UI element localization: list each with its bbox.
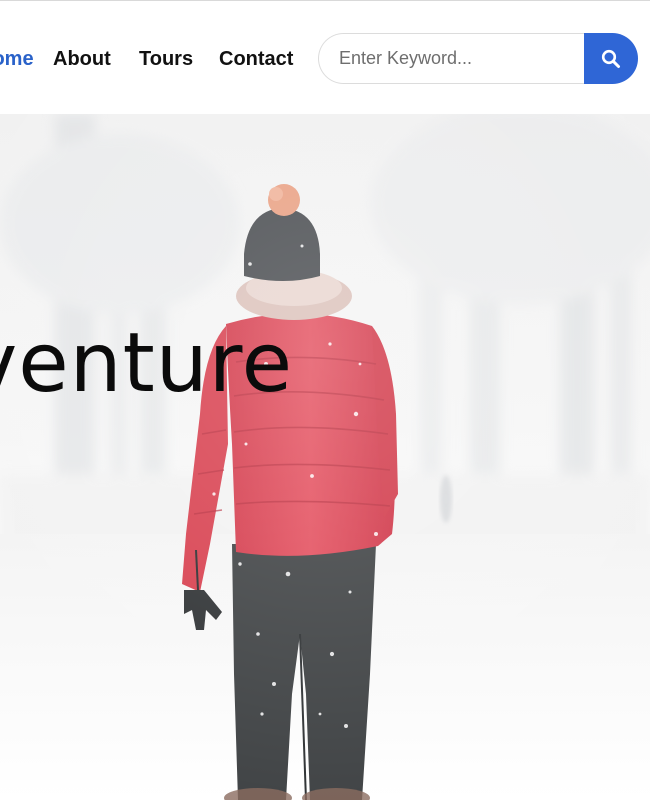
site-header: Home About Tours Contact [0, 0, 650, 114]
search-button[interactable] [584, 33, 638, 84]
hero-title: Adventure [0, 314, 292, 414]
nav-tours-link[interactable]: Tours [139, 45, 193, 73]
nav-about-link[interactable]: About [53, 45, 111, 73]
page: Home About Tours Contact [0, 0, 650, 800]
hero-section: Adventure [0, 114, 650, 800]
nav-home-link[interactable]: Home [0, 45, 34, 73]
hero-image [0, 114, 650, 800]
nav-contact-link[interactable]: Contact [219, 45, 293, 73]
search-input[interactable] [318, 33, 585, 84]
search-form [318, 33, 638, 84]
search-icon [601, 49, 620, 68]
